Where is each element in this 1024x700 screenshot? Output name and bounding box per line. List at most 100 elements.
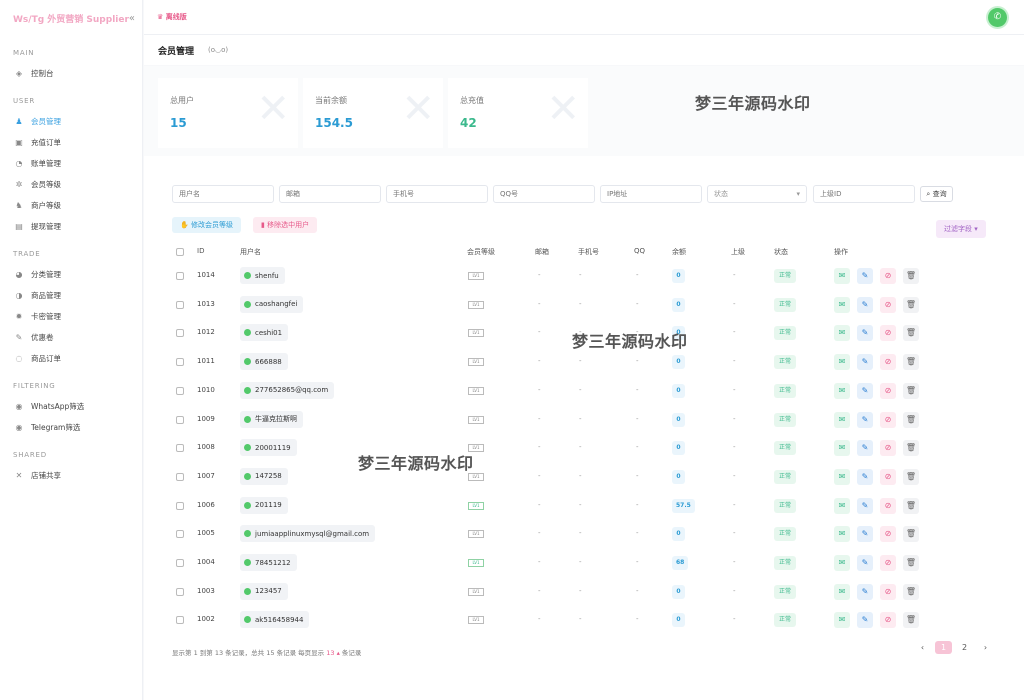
ban-user-button[interactable]: ⊘ <box>880 583 896 600</box>
row-checkbox[interactable] <box>176 530 184 539</box>
sidebar-item[interactable]: ▤ 提现管理 <box>0 216 142 237</box>
row-checkbox[interactable] <box>176 501 184 510</box>
ban-user-button[interactable]: ⊘ <box>880 440 896 457</box>
send-message-button[interactable]: ✉ <box>834 555 850 571</box>
send-message-button[interactable]: ✉ <box>834 325 850 342</box>
username-chip[interactable]: 123457 <box>240 582 288 600</box>
row-checkbox[interactable] <box>176 559 184 567</box>
send-message-button[interactable]: ✉ <box>834 526 850 543</box>
send-message-button[interactable]: ✉ <box>834 411 850 428</box>
next-page-button[interactable]: › <box>977 641 994 654</box>
edit-user-button[interactable]: ✎ <box>857 555 873 571</box>
username-chip[interactable]: 78451212 <box>240 554 297 571</box>
offline-badge[interactable]: ♛ 离线版 <box>157 12 187 22</box>
send-message-button[interactable]: ✉ <box>834 440 850 457</box>
ban-user-button[interactable]: ⊘ <box>880 555 896 571</box>
edit-user-button[interactable]: ✎ <box>857 268 873 284</box>
ban-user-button[interactable]: ⊘ <box>880 612 896 629</box>
row-checkbox[interactable] <box>176 329 184 338</box>
ban-user-button[interactable]: ⊘ <box>880 411 896 428</box>
send-message-button[interactable]: ✉ <box>834 583 850 600</box>
delete-user-button[interactable]: 🗑 <box>903 555 919 571</box>
row-checkbox[interactable] <box>176 358 184 367</box>
username-chip[interactable]: shenfu <box>240 267 285 284</box>
query-button[interactable]: ⌕ 查询 <box>920 186 953 202</box>
ban-user-button[interactable]: ⊘ <box>880 468 896 485</box>
send-message-button[interactable]: ✉ <box>834 382 850 399</box>
username-chip[interactable]: caoshangfei <box>240 295 304 313</box>
ban-user-button[interactable]: ⊘ <box>880 354 896 371</box>
row-checkbox[interactable] <box>176 415 184 424</box>
whatsapp-avatar-icon[interactable]: ✆ <box>988 8 1007 27</box>
delete-user-button[interactable]: 🗑 <box>903 296 919 313</box>
delete-user-button[interactable]: 🗑 <box>903 411 919 428</box>
sidebar-item[interactable]: ♞ 商户等级 <box>0 195 142 216</box>
delete-user-button[interactable]: 🗑 <box>903 440 919 457</box>
delete-user-button[interactable]: 🗑 <box>903 468 919 485</box>
edit-user-button[interactable]: ✎ <box>857 382 873 399</box>
sidebar-item[interactable]: ◉ WhatsApp筛选 <box>0 396 142 417</box>
status-select[interactable]: 状态 ▾ <box>707 185 807 203</box>
sidebar-item[interactable]: ✲ 会员等级 <box>0 174 142 195</box>
sidebar-item[interactable]: ◉ Telegram筛选 <box>0 417 142 438</box>
username-chip[interactable]: 201119 <box>240 496 288 514</box>
username-chip[interactable]: jumiaapplinuxmysql@gmail.com <box>240 525 376 543</box>
row-checkbox[interactable] <box>176 272 184 280</box>
sidebar-item[interactable]: ✕ 店铺共享 <box>0 465 142 486</box>
sidebar-item[interactable]: ◔ 账单管理 <box>0 153 142 174</box>
send-message-button[interactable]: ✉ <box>834 468 850 485</box>
edit-user-button[interactable]: ✎ <box>857 612 873 629</box>
edit-user-button[interactable]: ✎ <box>857 526 873 543</box>
sidebar-item[interactable]: ♟ 会员管理 <box>0 111 142 132</box>
page-button-2[interactable]: 2 <box>956 641 973 654</box>
sidebar-item[interactable]: ▣ 充值订单 <box>0 132 142 153</box>
sidebar-item[interactable]: ◕ 分类管理 <box>0 264 142 285</box>
username-chip[interactable]: 147258 <box>240 467 288 485</box>
username-chip[interactable]: 牛逼克拉斯啊 <box>240 410 303 428</box>
edit-user-button[interactable]: ✎ <box>857 583 873 600</box>
username-chip[interactable]: 277652865@qq.com <box>240 381 335 399</box>
ban-user-button[interactable]: ⊘ <box>880 497 896 514</box>
edit-user-button[interactable]: ✎ <box>857 468 873 485</box>
ban-user-button[interactable]: ⊘ <box>880 382 896 399</box>
username-chip[interactable]: ceshi01 <box>240 324 289 342</box>
filter-fields-dropdown[interactable]: 过滤字段 ▾ <box>936 220 986 238</box>
username-chip[interactable]: 20001119 <box>240 439 297 457</box>
username-filter-input[interactable] <box>172 185 274 203</box>
send-message-button[interactable]: ✉ <box>834 296 850 313</box>
ip-filter-input[interactable] <box>600 185 702 203</box>
delete-user-button[interactable]: 🗑 <box>903 612 919 629</box>
row-checkbox[interactable] <box>176 300 184 309</box>
ban-user-button[interactable]: ⊘ <box>880 268 896 284</box>
username-chip[interactable]: ak516458944 <box>240 611 310 629</box>
username-chip[interactable]: 666888 <box>240 353 288 371</box>
select-all-checkbox[interactable] <box>176 248 184 256</box>
row-checkbox[interactable] <box>176 587 184 596</box>
send-message-button[interactable]: ✉ <box>834 354 850 371</box>
delete-user-button[interactable]: 🗑 <box>903 325 919 342</box>
sidebar-item[interactable]: ✹ 卡密管理 <box>0 306 142 327</box>
delete-user-button[interactable]: 🗑 <box>903 526 919 543</box>
edit-user-button[interactable]: ✎ <box>857 411 873 428</box>
email-filter-input[interactable] <box>279 185 381 203</box>
delete-user-button[interactable]: 🗑 <box>903 382 919 399</box>
ban-user-button[interactable]: ⊘ <box>880 526 896 543</box>
ban-user-button[interactable]: ⊘ <box>880 325 896 342</box>
row-checkbox[interactable] <box>176 386 184 395</box>
edit-user-button[interactable]: ✎ <box>857 497 873 514</box>
prev-page-button[interactable]: ‹ <box>914 641 931 654</box>
delete-user-button[interactable]: 🗑 <box>903 268 919 284</box>
ban-user-button[interactable]: ⊘ <box>880 296 896 313</box>
delete-user-button[interactable]: 🗑 <box>903 583 919 600</box>
row-checkbox[interactable] <box>176 472 184 481</box>
page-button-1[interactable]: 1 <box>935 641 952 654</box>
delete-user-button[interactable]: 🗑 <box>903 354 919 371</box>
page-size-select[interactable]: 13 ▴ <box>326 649 340 657</box>
edit-user-button[interactable]: ✎ <box>857 296 873 313</box>
row-checkbox[interactable] <box>176 616 184 625</box>
phone-filter-input[interactable] <box>386 185 488 203</box>
sidebar-item[interactable]: ◑ 商品管理 <box>0 285 142 306</box>
send-message-button[interactable]: ✉ <box>834 268 850 284</box>
edit-user-button[interactable]: ✎ <box>857 325 873 342</box>
row-checkbox[interactable] <box>176 444 184 453</box>
